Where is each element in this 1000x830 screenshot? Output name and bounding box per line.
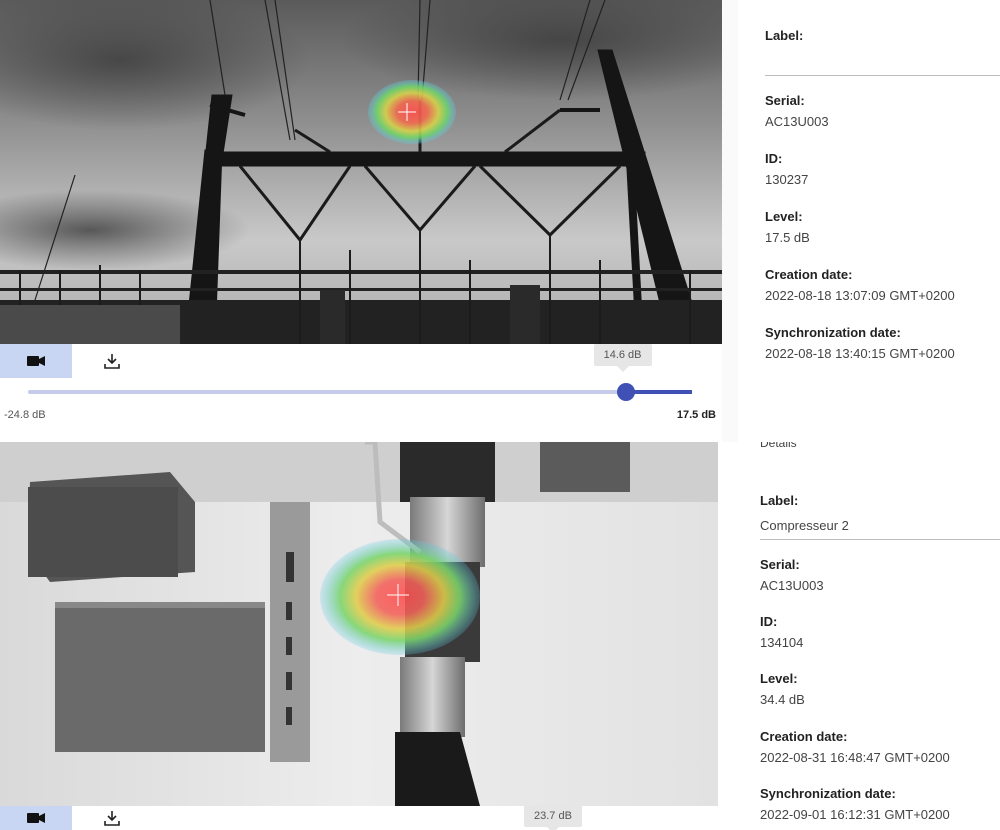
details-section-title: Details xyxy=(760,442,797,450)
slider-thumb[interactable] xyxy=(616,383,635,401)
sound-heatmap-spot xyxy=(320,539,480,655)
video-camera-icon xyxy=(27,356,45,366)
sync-date-field: Synchronization date: 2022-09-01 16:12:3… xyxy=(760,786,950,822)
label-underline xyxy=(765,75,1000,76)
substation-photo xyxy=(0,0,722,344)
serial-field: Serial: AC13U003 xyxy=(765,93,829,129)
label-title: Label: xyxy=(760,493,799,508)
db-threshold-slider[interactable]: 14.6 dB -24.8 dB 17.5 dB xyxy=(0,344,722,430)
level-value: 17.5 dB xyxy=(765,230,810,245)
creation-date-title: Creation date: xyxy=(760,729,848,744)
slider-track[interactable] xyxy=(28,390,626,394)
details-panel: Details Label: Serial: AC13U003 ID: 1341… xyxy=(735,442,1000,830)
id-title: ID: xyxy=(765,151,783,166)
label-title: Label: xyxy=(765,28,804,43)
download-icon xyxy=(104,354,120,369)
id-field: ID: 130237 xyxy=(765,151,808,187)
level-title: Level: xyxy=(760,671,798,686)
sync-date-title: Synchronization date: xyxy=(765,325,901,340)
level-value: 34.4 dB xyxy=(760,692,805,707)
details-panel: Label: Serial: AC13U003 ID: 130237 Level… xyxy=(722,0,1000,442)
video-camera-icon xyxy=(27,813,45,823)
slider-value-tooltip: 14.6 dB xyxy=(593,344,652,372)
compressor-photo xyxy=(0,442,718,806)
serial-value: AC13U003 xyxy=(760,578,824,593)
label-input[interactable] xyxy=(760,515,1000,535)
creation-date-title: Creation date: xyxy=(765,267,853,282)
level-field: Level: 17.5 dB xyxy=(765,209,810,245)
serial-title: Serial: xyxy=(760,557,800,572)
acoustic-capture-panel-2: 23.7 dB Details Label: Serial: AC13U003 … xyxy=(0,442,1000,830)
video-mode-button[interactable] xyxy=(0,806,72,830)
sync-date-value: 2022-09-01 16:12:31 GMT+0200 xyxy=(760,807,950,822)
download-button[interactable] xyxy=(76,806,148,830)
id-field: ID: 134104 xyxy=(760,614,803,650)
label-field: Label: xyxy=(765,28,803,43)
details-divider xyxy=(722,0,738,442)
id-value: 134104 xyxy=(760,635,804,650)
level-title: Level: xyxy=(765,209,803,224)
label-field: Label: xyxy=(760,493,798,508)
creation-date-value: 2022-08-31 16:48:47 GMT+0200 xyxy=(760,750,950,765)
acoustic-capture-panel-1: 14.6 dB -24.8 dB 17.5 dB Label: Serial: … xyxy=(0,0,1000,442)
sync-date-title: Synchronization date: xyxy=(760,786,896,801)
acoustic-camera-image xyxy=(0,0,722,344)
id-title: ID: xyxy=(760,614,778,629)
slider-active-track[interactable] xyxy=(625,390,692,394)
serial-value: AC13U003 xyxy=(765,114,829,129)
creation-date-value: 2022-08-18 13:07:09 GMT+0200 xyxy=(765,288,955,303)
label-input[interactable] xyxy=(765,52,1000,74)
slider-value-tooltip: 23.7 dB xyxy=(524,805,582,830)
slider-min-label: -24.8 dB xyxy=(4,409,46,421)
creation-date-field: Creation date: 2022-08-18 13:07:09 GMT+0… xyxy=(765,267,955,303)
download-icon xyxy=(104,811,120,826)
slider-max-label: 17.5 dB xyxy=(676,409,716,421)
level-field: Level: 34.4 dB xyxy=(760,671,805,707)
serial-title: Serial: xyxy=(765,93,805,108)
serial-field: Serial: AC13U003 xyxy=(760,557,824,593)
media-toolbar: 23.7 dB xyxy=(0,805,722,830)
id-value: 130237 xyxy=(765,172,809,187)
sync-date-field: Synchronization date: 2022-08-18 13:40:1… xyxy=(765,325,955,361)
sync-date-value: 2022-08-18 13:40:15 GMT+0200 xyxy=(765,346,955,361)
acoustic-camera-image xyxy=(0,442,718,806)
creation-date-field: Creation date: 2022-08-31 16:48:47 GMT+0… xyxy=(760,729,950,765)
label-underline xyxy=(760,539,1000,540)
